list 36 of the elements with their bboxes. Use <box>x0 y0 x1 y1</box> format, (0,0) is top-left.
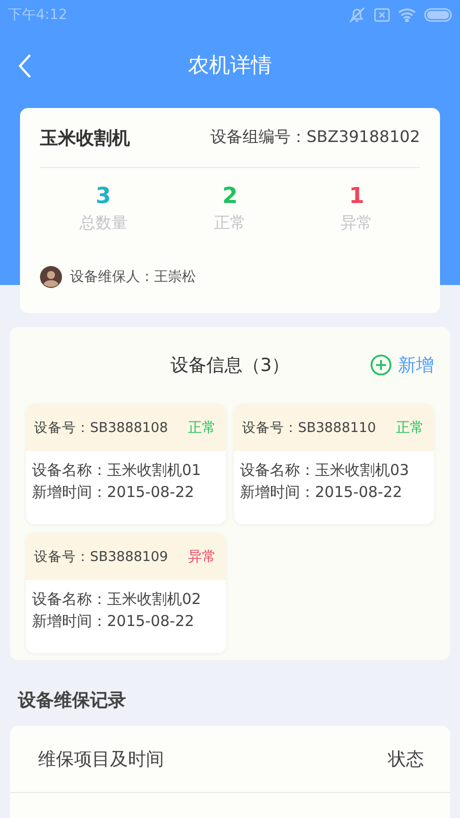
sim-icon <box>374 8 390 22</box>
battery-icon <box>424 8 452 22</box>
device-status: 正常 <box>188 418 216 436</box>
device-code: 设备号：SB3888109 <box>34 548 168 566</box>
device-name: 设备名称：玉米收割机01 <box>32 461 202 480</box>
stat-value: 2 <box>222 184 238 209</box>
group-code: 设备组编号：SBZ39188102 <box>210 127 420 148</box>
device-date: 新增时间：2015-08-22 <box>32 483 196 502</box>
device-name: 设备名称：玉米收割机03 <box>240 461 410 480</box>
maintainer-text: 设备维保人：王崇松 <box>70 268 196 286</box>
status-time: 下午4:12 <box>8 6 68 24</box>
records-title: 设备维保记录 <box>18 689 127 712</box>
device-card[interactable]: 设备号：SB3888108 正常 设备名称：玉米收割机01 新增时间：2015-08-22 <box>26 404 226 524</box>
device-date: 新增时间：2015-08-22 <box>240 483 404 502</box>
column-header: 状态 <box>388 748 424 771</box>
avatar-icon <box>40 266 62 288</box>
stat-label: 总数量 <box>79 213 128 234</box>
machine-name: 玉米收割机 <box>40 126 130 150</box>
device-code: 设备号：SB3888110 <box>242 418 376 436</box>
device-code: 设备号：SB3888108 <box>34 418 168 436</box>
device-card[interactable]: 设备号：SB3888110 正常 设备名称：玉米收割机03 新增时间：2015-08-22 <box>234 404 434 524</box>
stat-label: 正常 <box>214 213 246 234</box>
plus-icon <box>370 354 392 376</box>
device-date: 新增时间：2015-08-22 <box>32 612 196 631</box>
column-header: 维保项目及时间 <box>38 748 164 771</box>
stat-value: 1 <box>348 184 364 209</box>
page-title: 农机详情 <box>188 52 272 79</box>
stat-value: 3 <box>96 184 111 209</box>
device-status: 正常 <box>396 418 424 436</box>
device-status: 异常 <box>188 548 216 566</box>
device-card[interactable]: 设备号：SB3888109 异常 设备名称：玉米收割机02 新增时间：2015-08-22 <box>26 533 226 653</box>
stat-label: 异常 <box>340 213 373 234</box>
section-title: 设备信息（3） <box>170 354 290 377</box>
wifi-icon <box>398 8 416 22</box>
device-name: 设备名称：玉米收割机02 <box>32 590 202 609</box>
muted-bell-icon <box>348 6 366 24</box>
